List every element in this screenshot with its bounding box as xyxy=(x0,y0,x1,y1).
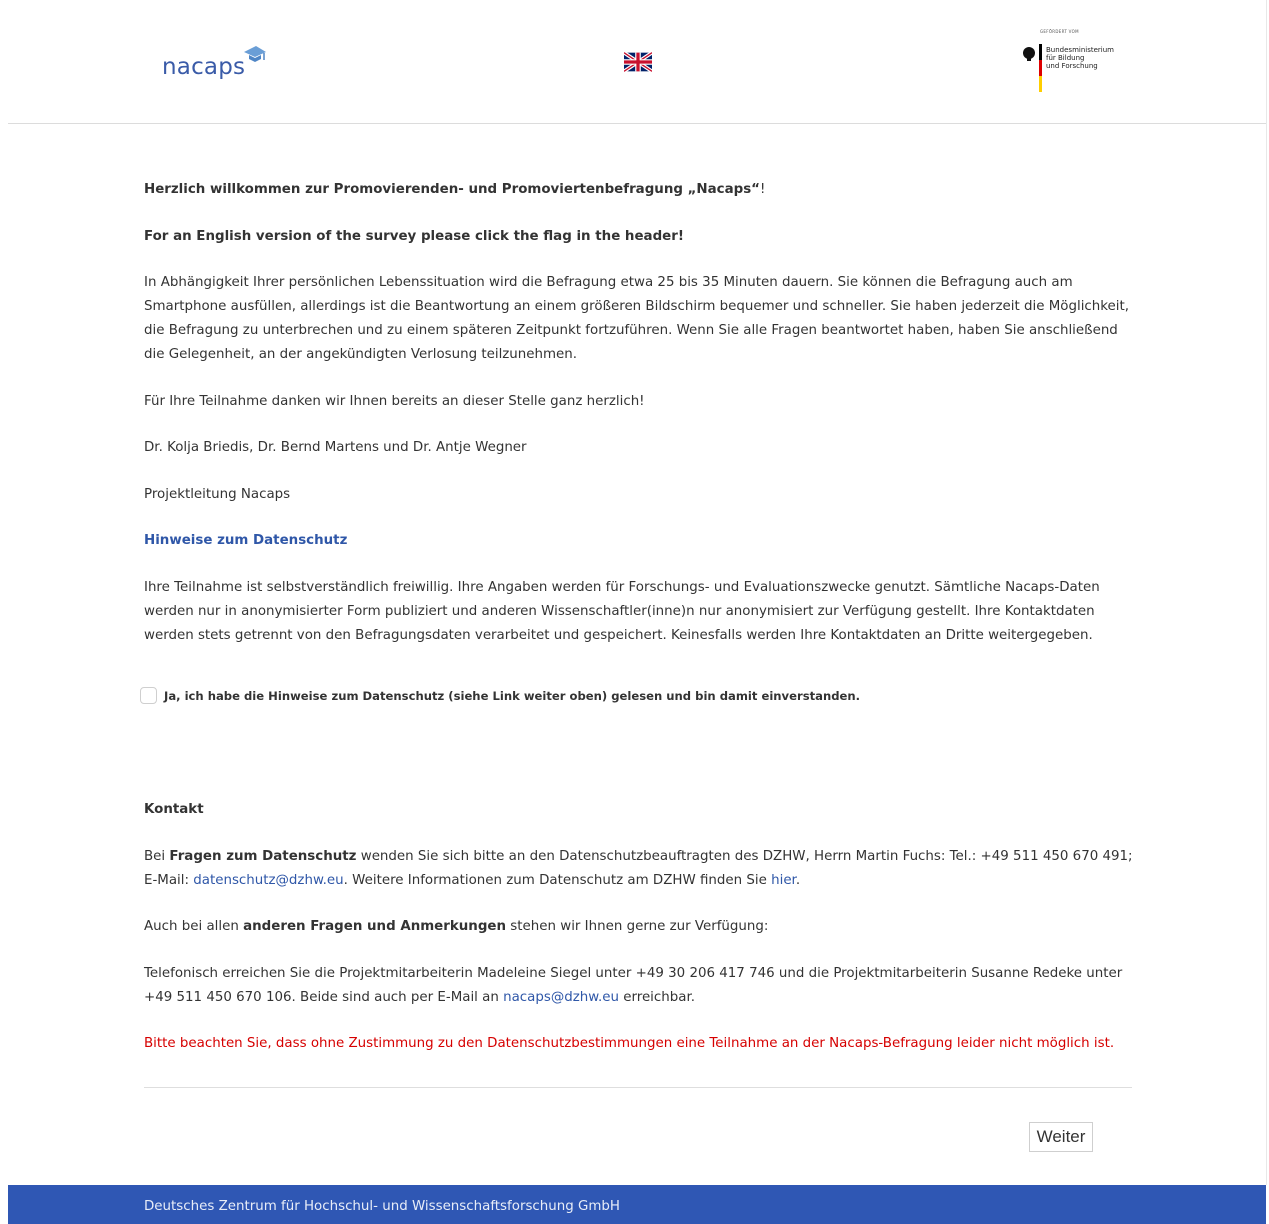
phone-contact-paragraph: Telefonisch erreichen Sie die Projektmit… xyxy=(144,965,1123,1005)
intro-paragraph: In Abhängigkeit Ihrer persönlichen Leben… xyxy=(144,275,1130,362)
privacy-notice-link[interactable]: Hinweise zum Datenschutz xyxy=(144,533,347,548)
privacy-consent[interactable]: Ja, ich habe die Hinweise zum Datenschut… xyxy=(140,687,860,704)
privacy-notice-link-row: Hinweise zum Datenschutz xyxy=(144,529,1134,553)
privacy-email-link[interactable]: datenschutz@dzhw.eu xyxy=(193,873,343,888)
bmbf-sponsor-label: GEFÖRDERT VOM xyxy=(1040,29,1079,34)
page-header: nacaps GEFÖRDERT VOM Bundesministerium f… xyxy=(8,0,1266,124)
privacy-info-link[interactable]: hier xyxy=(771,873,796,888)
right-border xyxy=(1266,0,1267,1185)
contact-heading: Kontakt xyxy=(144,802,204,817)
privacy-consent-label: Ja, ich habe die Hinweise zum Datenschut… xyxy=(164,688,861,703)
footer-text: Deutsches Zentrum für Hochschul- und Wis… xyxy=(144,1199,620,1214)
nacaps-logo[interactable]: nacaps xyxy=(162,42,267,79)
consent-warning: Bitte beachten Sie, dass ohne Zustimmung… xyxy=(144,1036,1115,1051)
uk-flag-icon[interactable] xyxy=(624,51,652,73)
privacy-contact-paragraph: Bei Fragen zum Datenschutz wenden Sie si… xyxy=(144,848,1133,888)
thanks-text: Für Ihre Teilnahme danken wir Ihnen bere… xyxy=(144,393,645,409)
signatories-text: Dr. Kolja Briedis, Dr. Bernd Martens und… xyxy=(144,440,527,455)
federal-eagle-icon xyxy=(1023,47,1035,61)
other-questions-paragraph: Auch bei allen anderen Fragen und Anmerk… xyxy=(144,919,769,934)
survey-page: nacaps GEFÖRDERT VOM Bundesministerium f… xyxy=(0,0,1269,1224)
german-flag-bar xyxy=(1039,44,1042,92)
content-divider xyxy=(144,1087,1132,1088)
english-version-note: For an English version of the survey ple… xyxy=(144,228,684,244)
intro-section: Herzlich willkommen zur Promovierenden- … xyxy=(144,178,1134,670)
contact-section: Kontakt Bei Fragen zum Datenschutz wende… xyxy=(144,798,1134,1079)
page-footer: Deutsches Zentrum für Hochschul- und Wis… xyxy=(8,1185,1266,1224)
bmbf-logo: GEFÖRDERT VOM Bundesministerium für Bild… xyxy=(1004,24,1114,96)
logo-text: nacaps xyxy=(162,54,246,80)
welcome-heading: Herzlich willkommen zur Promovierenden- … xyxy=(144,182,766,197)
nacaps-email-link[interactable]: nacaps@dzhw.eu xyxy=(503,990,619,1005)
graduation-cap-icon xyxy=(244,46,267,62)
bmbf-name: Bundesministerium für Bildung und Forsch… xyxy=(1046,46,1114,70)
project-lead-text: Projektleitung Nacaps xyxy=(144,486,291,502)
privacy-text: Ihre Teilnahme ist selbstverständlich fr… xyxy=(144,579,1100,643)
next-button[interactable]: Weiter xyxy=(1029,1122,1093,1152)
privacy-consent-checkbox[interactable] xyxy=(140,687,157,704)
